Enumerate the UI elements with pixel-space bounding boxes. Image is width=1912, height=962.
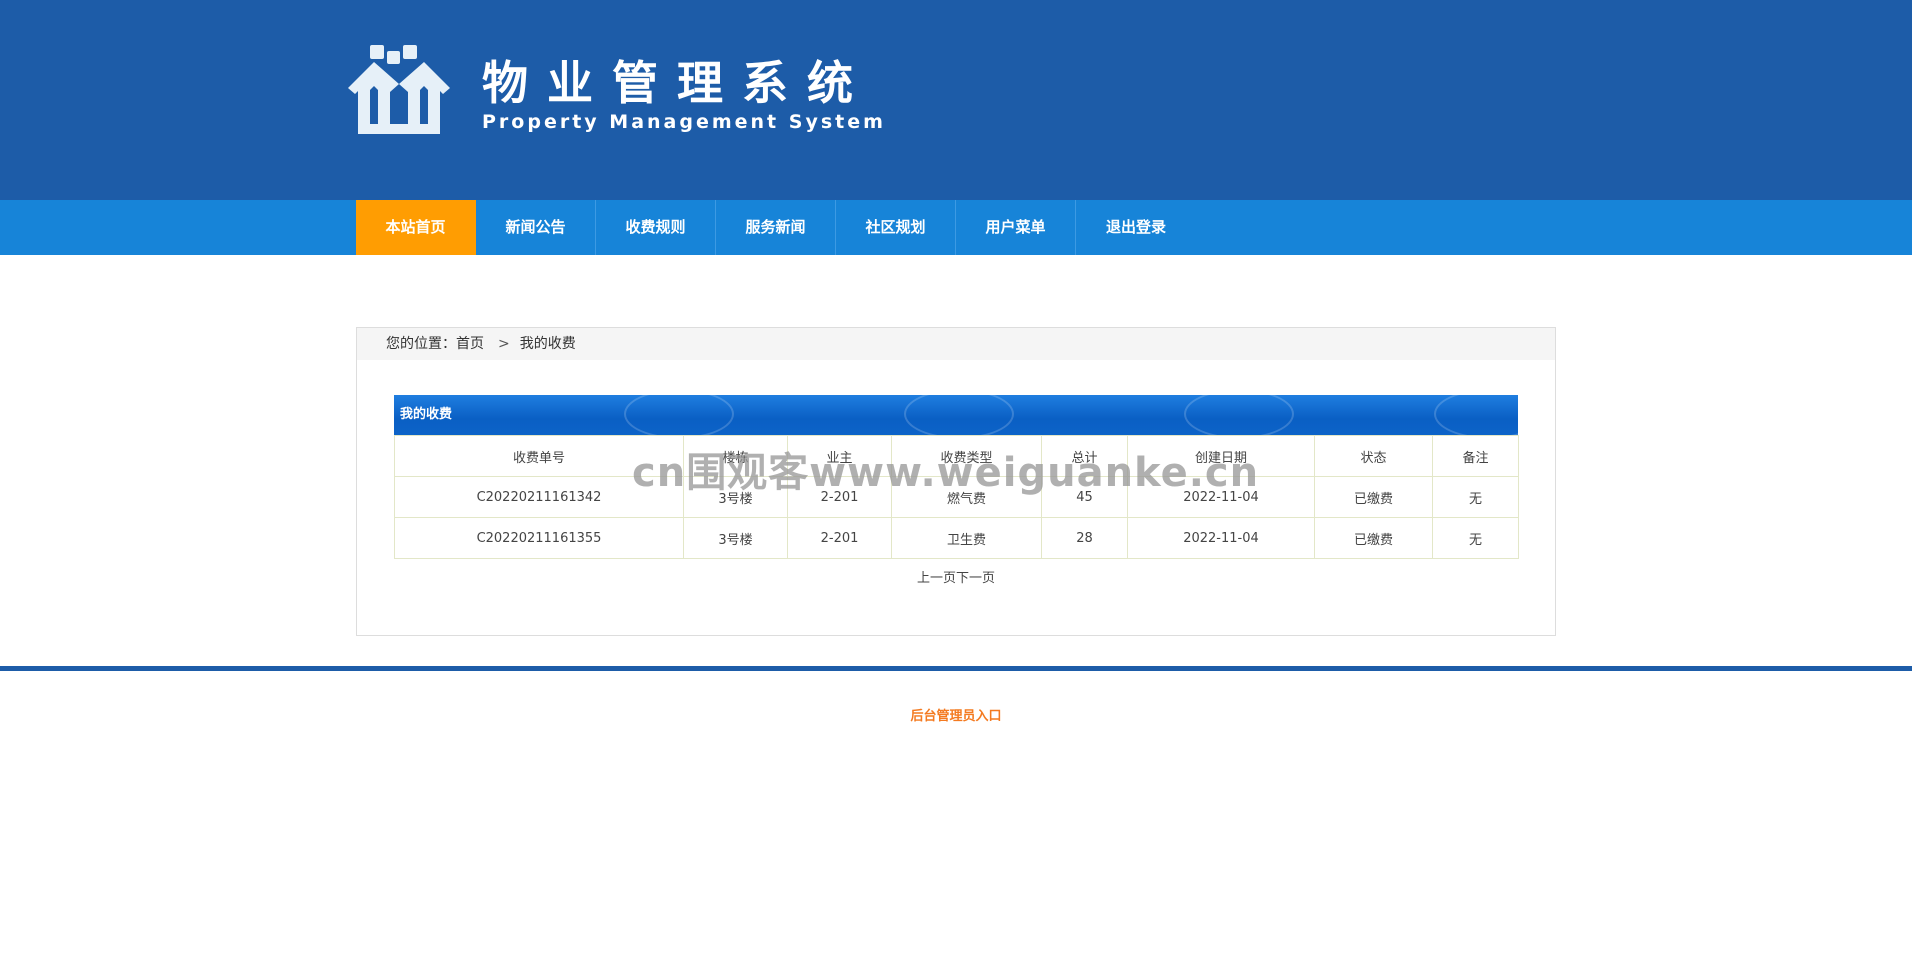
table-cell: C20220211161355 — [394, 517, 684, 559]
site-title: 物业管理系统 — [482, 56, 872, 110]
site-header: 物业管理系统 Property Management System — [0, 0, 1912, 200]
column-header: 收费单号 — [394, 435, 684, 477]
nav-item-home[interactable]: 本站首页 — [356, 200, 476, 255]
pagination: 上一页下一页 — [394, 567, 1518, 586]
table-cell: 无 — [1432, 476, 1519, 518]
table-cell: 卫生费 — [891, 517, 1042, 559]
column-header: 创建日期 — [1127, 435, 1315, 477]
breadcrumb-home-link[interactable]: 首页 — [456, 336, 484, 352]
column-header: 收费类型 — [891, 435, 1042, 477]
nav-item-user-menu[interactable]: 用户菜单 — [956, 200, 1076, 255]
breadcrumb: 您的位置：首页 > 我的收费 — [357, 328, 1555, 360]
table-row: C20220211161342 3号楼 2-201 燃气费 45 2022-11… — [394, 476, 1519, 518]
table-cell: 45 — [1041, 476, 1128, 518]
column-header: 楼栋 — [683, 435, 788, 477]
nav-item-news[interactable]: 新闻公告 — [476, 200, 596, 255]
prev-page-link[interactable]: 上一页 — [917, 571, 956, 586]
breadcrumb-current: 我的收费 — [519, 336, 576, 352]
table-cell: 2-201 — [787, 476, 892, 518]
nav-item-logout[interactable]: 退出登录 — [1076, 200, 1196, 255]
table-cell: 3号楼 — [683, 517, 788, 559]
column-header: 备注 — [1432, 435, 1519, 477]
next-page-link[interactable]: 下一页 — [956, 571, 995, 586]
content-box: 您的位置：首页 > 我的收费 我的收费 收费单号 楼栋 业主 收费类型 总计 创… — [356, 327, 1556, 636]
fee-table: 收费单号 楼栋 业主 收费类型 总计 创建日期 状态 备注 C202202111… — [394, 435, 1519, 559]
table-cell: 已缴费 — [1314, 476, 1433, 518]
table-cell: 2-201 — [787, 517, 892, 559]
table-header-row: 收费单号 楼栋 业主 收费类型 总计 创建日期 状态 备注 — [394, 435, 1519, 477]
ornament-icon — [904, 395, 1014, 435]
table-cell: 3号楼 — [683, 476, 788, 518]
admin-login-link[interactable]: 后台管理员入口 — [910, 709, 1001, 724]
site-subtitle: Property Management System — [482, 111, 886, 133]
main-nav: 本站首页 新闻公告 收费规则 服务新闻 社区规划 用户菜单 退出登录 — [0, 200, 1912, 255]
column-header: 总计 — [1041, 435, 1128, 477]
nav-item-community-plan[interactable]: 社区规划 — [836, 200, 956, 255]
table-cell: 无 — [1432, 517, 1519, 559]
footer: 后台管理员入口 — [0, 705, 1912, 724]
fee-panel: 我的收费 收费单号 楼栋 业主 收费类型 总计 创建日期 状态 备注 C2022… — [394, 395, 1519, 586]
house-people-logo-icon — [348, 45, 450, 134]
table-cell: C20220211161342 — [394, 476, 684, 518]
column-header: 状态 — [1314, 435, 1433, 477]
table-cell: 2022-11-04 — [1127, 517, 1315, 559]
chevron-right-icon: > — [498, 336, 510, 352]
table-cell: 28 — [1041, 517, 1128, 559]
table-row: C20220211161355 3号楼 2-201 卫生费 28 2022-11… — [394, 517, 1519, 559]
fee-panel-title: 我的收费 — [400, 407, 453, 422]
column-header: 业主 — [787, 435, 892, 477]
fee-panel-header: 我的收费 — [394, 395, 1518, 435]
footer-divider — [0, 666, 1912, 671]
ornament-icon — [1434, 395, 1518, 435]
nav-item-service-news[interactable]: 服务新闻 — [716, 200, 836, 255]
ornament-icon — [624, 395, 734, 435]
ornament-icon — [1184, 395, 1294, 435]
table-cell: 燃气费 — [891, 476, 1042, 518]
table-cell: 已缴费 — [1314, 517, 1433, 559]
nav-item-fee-rules[interactable]: 收费规则 — [596, 200, 716, 255]
breadcrumb-prefix: 您的位置： — [386, 336, 456, 352]
table-cell: 2022-11-04 — [1127, 476, 1315, 518]
